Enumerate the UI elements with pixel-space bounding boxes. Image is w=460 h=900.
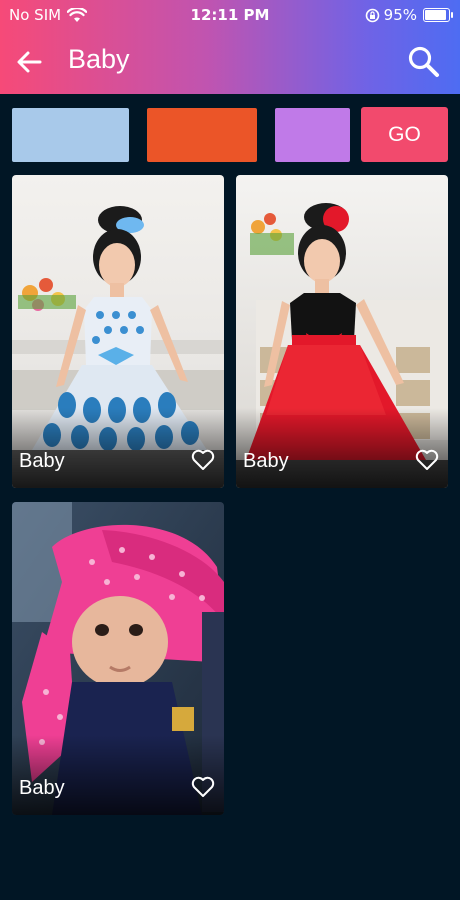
- status-right: 95%: [365, 6, 453, 24]
- card-label: Baby: [243, 450, 289, 472]
- battery-icon: [423, 8, 453, 22]
- color-swatch-orange[interactable]: [147, 108, 257, 162]
- gallery-card[interactable]: Baby: [12, 502, 224, 815]
- battery-percent: 95%: [383, 6, 417, 24]
- status-bar: No SIM 12:11 PM 95%: [0, 0, 460, 30]
- color-swatch-purple[interactable]: [275, 108, 350, 162]
- go-button[interactable]: GO: [361, 107, 448, 162]
- page-title: Baby: [68, 44, 130, 74]
- orientation-lock-icon: [365, 8, 379, 22]
- card-label: Baby: [19, 777, 65, 799]
- heart-outline-icon[interactable]: [190, 774, 216, 800]
- search-icon[interactable]: [406, 44, 440, 78]
- app-bar: Baby: [0, 38, 460, 86]
- back-arrow-icon[interactable]: [14, 46, 46, 78]
- battery-fill: [425, 10, 446, 20]
- heart-outline-icon[interactable]: [414, 447, 440, 473]
- color-swatch-light-blue[interactable]: [12, 108, 129, 162]
- app-header: No SIM 12:11 PM 95% Baby: [0, 0, 460, 94]
- card-label: Baby: [19, 450, 65, 472]
- heart-outline-icon[interactable]: [190, 447, 216, 473]
- gallery-card[interactable]: Baby: [236, 175, 448, 488]
- gallery-card[interactable]: Baby: [12, 175, 224, 488]
